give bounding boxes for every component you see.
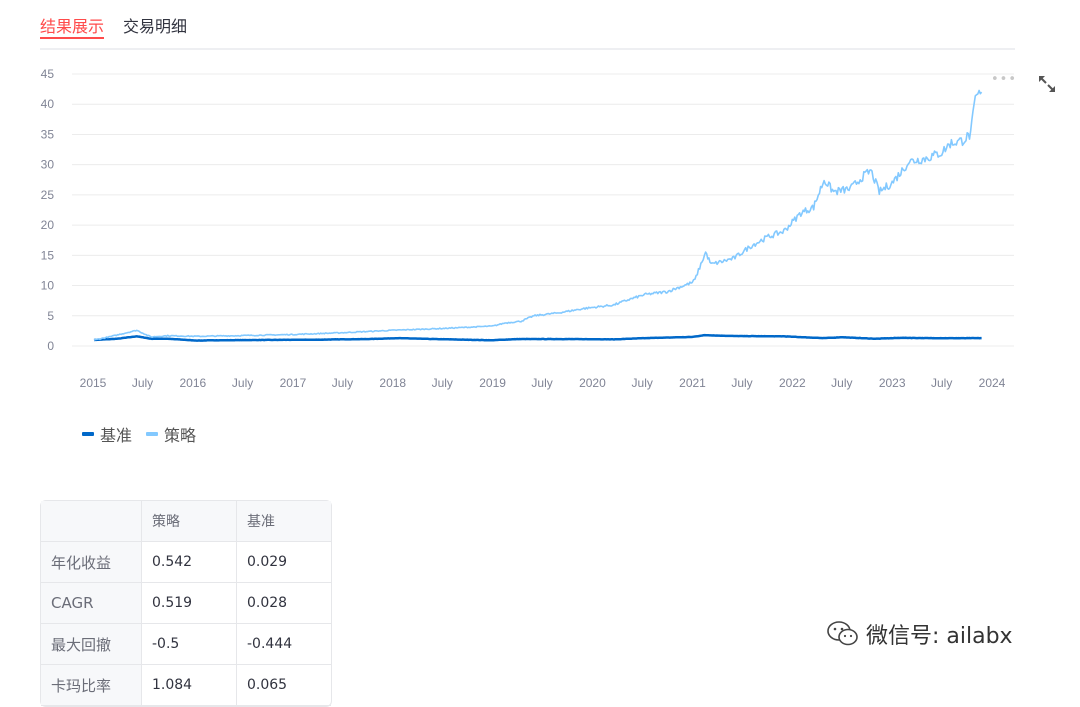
x-tick-label: 2023	[879, 376, 906, 390]
y-tick-label: 5	[47, 309, 54, 323]
tab-trade-details[interactable]: 交易明细	[123, 13, 187, 37]
x-tick-label: July	[232, 376, 253, 390]
y-tick-label: 40	[41, 97, 55, 111]
table-cell: 0.028	[237, 583, 331, 624]
table-row-label: 卡玛比率	[41, 665, 142, 706]
y-tick-label: 30	[41, 158, 55, 172]
x-tick-label: July	[931, 376, 952, 390]
table-cell: 0.065	[237, 665, 331, 706]
y-tick-label: 35	[41, 127, 55, 141]
y-tick-label: 25	[41, 188, 55, 202]
legend-label-benchmark: 基准	[100, 426, 133, 445]
x-tick-label: July	[432, 376, 453, 390]
tab-results-label: 结果展示	[40, 17, 105, 36]
table-row-label: CAGR	[41, 583, 142, 624]
tab-bar: 结果展示 交易明细	[40, 0, 1015, 50]
x-tick-label: 2019	[479, 376, 506, 390]
table-header-cell[interactable]: 基准	[237, 501, 331, 542]
tab-active-underline	[40, 37, 104, 39]
legend-swatch-strategy	[146, 432, 159, 436]
wechat-icon	[827, 621, 858, 646]
y-tick-label: 45	[41, 67, 55, 81]
table-cell: 0.519	[142, 583, 237, 624]
watermark-text: 微信号: ailabx	[866, 624, 1013, 649]
y-tick-label: 20	[41, 218, 55, 232]
more-dots-icon[interactable]: •••	[991, 72, 1017, 87]
table-cell: 0.029	[237, 542, 331, 583]
legend-item-strategy[interactable]: 策略	[146, 422, 196, 446]
table-cell: 1.084	[142, 665, 237, 706]
legend-swatch-benchmark	[82, 432, 94, 436]
x-tick-label: July	[831, 376, 852, 390]
table-row: 卡玛比率 1.084 0.065	[41, 665, 331, 706]
legend-label-strategy: 策略	[164, 426, 197, 445]
table-row-label: 年化收益	[41, 542, 142, 583]
table-row: 年化收益 0.542 0.029	[41, 542, 331, 583]
table-cell: -0.5	[142, 624, 237, 665]
y-tick-label: 15	[41, 248, 55, 262]
x-tick-label: 2024	[979, 376, 1006, 390]
table-header-row: 策略 基准	[41, 501, 331, 542]
x-tick-label: 2015	[80, 376, 107, 390]
line-chart[interactable]: 0 5 10 15 20 25 30 35 40 45 2015 July 2016 July 2017 Ju…	[0, 55, 1020, 400]
x-tick-label: July	[632, 376, 653, 390]
tab-trade-details-label: 交易明细	[123, 17, 188, 36]
x-tick-label: 2018	[379, 376, 406, 390]
x-tick-label: July	[332, 376, 353, 390]
table-row: CAGR 0.519 0.028	[41, 583, 331, 624]
x-tick-label: July	[132, 376, 153, 390]
expand-icon[interactable]	[1037, 74, 1057, 94]
chart-legend: 基准 策略	[82, 422, 210, 446]
x-tick-label: 2016	[179, 376, 206, 390]
table-header-cell[interactable]: 策略	[142, 501, 237, 542]
table-row: 最大回撤 -0.5 -0.444	[41, 624, 331, 665]
tab-results[interactable]: 结果展示	[40, 13, 105, 39]
y-tick-label: 10	[41, 279, 55, 293]
series-line-strategy	[93, 89, 983, 341]
x-tick-label: 2021	[679, 376, 706, 390]
table-row-label: 最大回撤	[41, 624, 142, 665]
table-header-cell	[41, 501, 142, 542]
x-tick-label: 2017	[280, 376, 307, 390]
metrics-table: 策略 基准 年化收益 0.542 0.029 CAGR 0.519 0.028 …	[40, 500, 332, 707]
x-tick-label: July	[531, 376, 552, 390]
x-tick-label: 2022	[779, 376, 806, 390]
table-cell: 0.542	[142, 542, 237, 583]
watermark: 微信号: ailabx	[826, 618, 1013, 650]
x-tick-label: 2020	[579, 376, 606, 390]
legend-item-benchmark[interactable]: 基准	[82, 422, 132, 446]
table-cell: -0.444	[237, 624, 331, 665]
y-tick-label: 0	[47, 339, 54, 353]
x-tick-label: July	[731, 376, 752, 390]
